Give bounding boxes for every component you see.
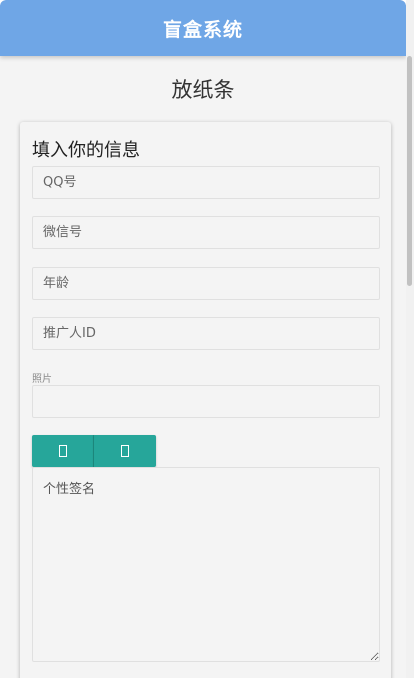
promoter-id-input[interactable] — [32, 317, 380, 350]
missing-glyph-icon — [121, 445, 129, 457]
signature-textarea[interactable] — [32, 467, 380, 662]
app-window: 盲盒系统 放纸条 填入你的信息 照片 — [0, 0, 406, 678]
missing-glyph-icon — [58, 445, 67, 457]
qq-input[interactable] — [32, 166, 380, 199]
photo-button-1[interactable] — [32, 435, 94, 467]
app-header: 盲盒系统 — [0, 0, 406, 56]
photo-label: 照片 — [32, 374, 52, 385]
page-title: 放纸条 — [171, 78, 235, 102]
info-form-card: 填入你的信息 照片 — [20, 122, 391, 678]
age-input[interactable] — [32, 267, 380, 300]
photo-button-2[interactable] — [94, 435, 156, 467]
scrollbar-thumb[interactable] — [407, 56, 412, 286]
photo-button-group — [32, 435, 156, 467]
page-scrollbar[interactable] — [406, 0, 414, 678]
form-heading: 填入你的信息 — [32, 140, 140, 161]
wechat-input[interactable] — [32, 216, 380, 249]
photo-input[interactable] — [32, 385, 380, 418]
app-title: 盲盒系统 — [162, 18, 243, 41]
